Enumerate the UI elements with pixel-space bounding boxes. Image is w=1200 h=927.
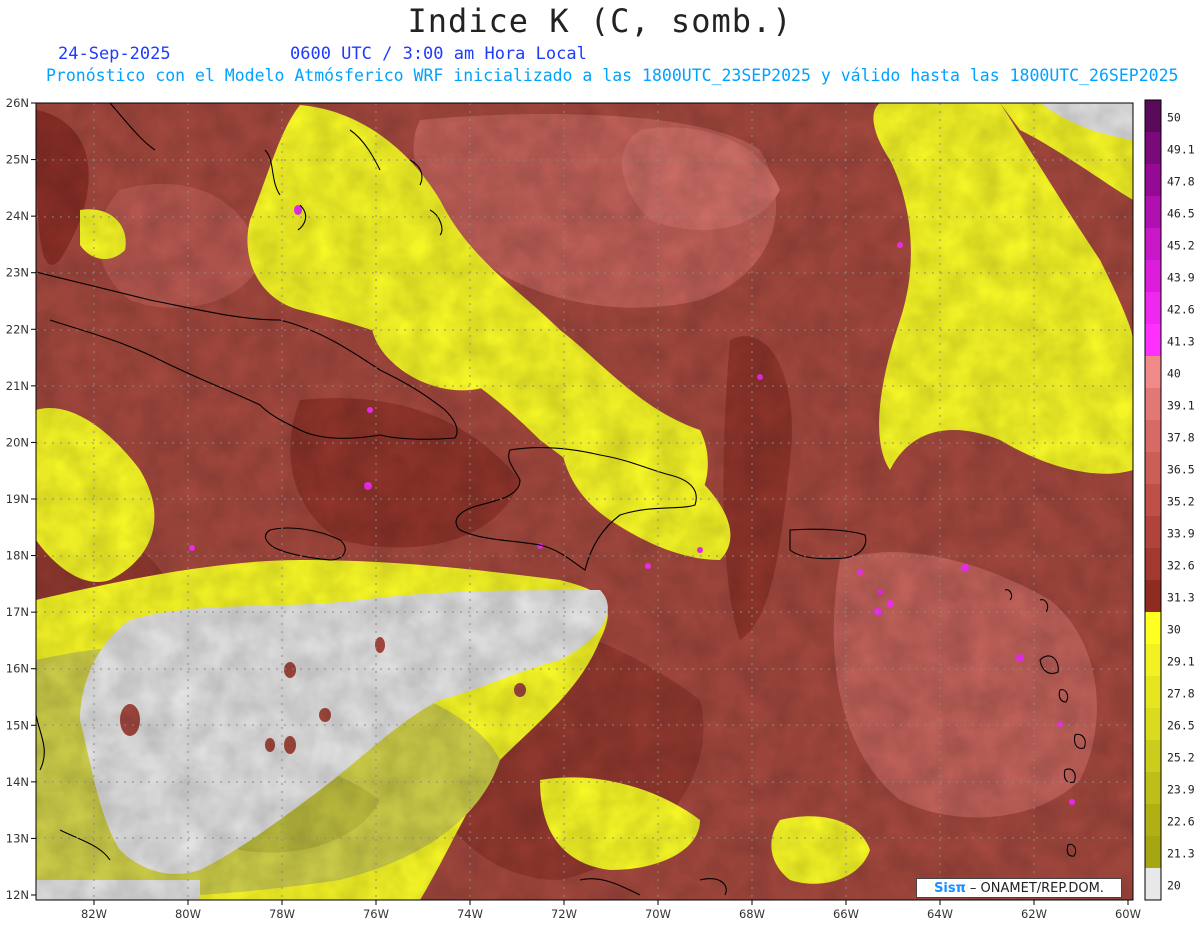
lat-label: 21N [6,379,29,393]
colorbar-label: 33.9 [1167,527,1195,541]
colorbar-swatch [1145,324,1161,357]
lon-label: 64W [927,907,953,921]
lat-label: 12N [6,888,29,902]
credit-box: Sisπ – ONAMET/REP.DOM. [916,878,1122,898]
colorbar-label: 30 [1167,623,1181,637]
credit-text: – ONAMET/REP.DOM. [969,880,1104,896]
lat-label: 24N [6,209,29,223]
lat-label: 20N [6,435,29,449]
lon-label: 60W [1115,907,1141,921]
colorbar-label: 39.1 [1167,399,1195,413]
colorbar-swatch [1145,516,1161,549]
colorbar: 50 49.1 47.8 46.5 45.2 43.9 42.6 41.3 40 39.1 37.8… [1144,99,1195,901]
lat-label: 14N [6,775,29,789]
lon-label: 76W [363,907,389,921]
colorbar-label: 22.6 [1167,815,1195,829]
forecast-subtitle: Pronóstico con el Modelo Atmósferico WRF… [46,66,1179,85]
lon-label: 82W [81,907,107,921]
lat-label: 15N [6,718,29,732]
lon-label: 74W [457,907,483,921]
colorbar-label: 26.5 [1167,719,1195,733]
colorbar-swatch [1145,452,1161,485]
colorbar-label: 35.2 [1167,495,1195,509]
colorbar-swatch [1145,612,1161,645]
lon-label: 80W [175,907,201,921]
colorbar-label: 42.6 [1167,303,1195,317]
colorbar-swatch [1145,356,1161,389]
colorbar-label: 41.3 [1167,335,1195,349]
lat-label: 26N [6,96,29,110]
colorbar-label: 47.8 [1167,175,1195,189]
credit-brand: Sisπ [934,880,966,896]
lat-label: 22N [6,322,29,336]
colorbar-label: 29.1 [1167,655,1195,669]
lat-label: 16N [6,662,29,676]
colorbar-label: 49.1 [1167,143,1195,157]
colorbar-swatch [1145,164,1161,197]
colorbar-swatch [1145,484,1161,517]
colorbar-swatch [1145,836,1161,869]
lon-label: 62W [1021,907,1047,921]
lon-label: 70W [645,907,671,921]
colorbar-label: 45.2 [1167,239,1195,253]
k-index-field [36,103,1133,900]
colorbar-label: 43.9 [1167,271,1195,285]
lon-label: 66W [833,907,859,921]
colorbar-swatch [1145,100,1161,133]
lon-label: 68W [739,907,765,921]
latitude-axis: 26N 25N 24N 23N 22N 21N 20N 19N 18N 17N 16N 15N 14N 1… [6,96,36,902]
lon-label: 78W [269,907,295,921]
colorbar-swatch [1145,740,1161,773]
longitude-axis: 82W 80W 78W 76W 74W 72W 70W 68W 66W 64W 62W 60W [81,900,1141,921]
lon-label: 72W [551,907,577,921]
colorbar-label: 25.2 [1167,751,1195,765]
colorbar-swatch [1145,676,1161,709]
lat-label: 13N [6,831,29,845]
colorbar-swatch [1145,548,1161,581]
colorbar-swatch [1145,772,1161,805]
colorbar-label: 21.3 [1167,847,1195,861]
lat-label: 19N [6,492,29,506]
colorbar-swatch [1145,292,1161,325]
colorbar-label: 46.5 [1167,207,1195,221]
colorbar-label: 37.8 [1167,431,1195,445]
colorbar-label: 40 [1167,367,1181,381]
colorbar-swatch [1145,804,1161,837]
colorbar-label: 20 [1167,879,1181,893]
lat-label: 17N [6,605,29,619]
lat-label: 23N [6,266,29,280]
lat-label: 18N [6,549,29,563]
forecast-time: 0600 UTC / 3:00 am Hora Local [290,44,587,64]
colorbar-swatch [1145,196,1161,229]
colorbar-swatch [1145,420,1161,453]
colorbar-label: 36.5 [1167,463,1195,477]
k-index-map: 26N 25N 24N 23N 22N 21N 20N 19N 18N 17N 16N 15N 14N 1… [6,96,1195,921]
colorbar-swatch [1145,132,1161,165]
colorbar-label: 27.8 [1167,687,1195,701]
colorbar-swatch [1145,260,1161,293]
colorbar-swatch [1145,228,1161,261]
colorbar-swatch [1145,644,1161,677]
colorbar-label: 50 [1167,111,1181,125]
lat-label: 25N [6,153,29,167]
colorbar-label: 23.9 [1167,783,1195,797]
colorbar-swatch [1145,868,1161,901]
colorbar-swatch [1145,580,1161,613]
colorbar-label: 31.3 [1167,591,1195,605]
colorbar-label: 32.6 [1167,559,1195,573]
map-title: Indice K (C, somb.) [407,2,793,40]
colorbar-swatch [1145,388,1161,421]
colorbar-swatch [1145,708,1161,741]
forecast-date: 24-Sep-2025 [58,44,171,64]
